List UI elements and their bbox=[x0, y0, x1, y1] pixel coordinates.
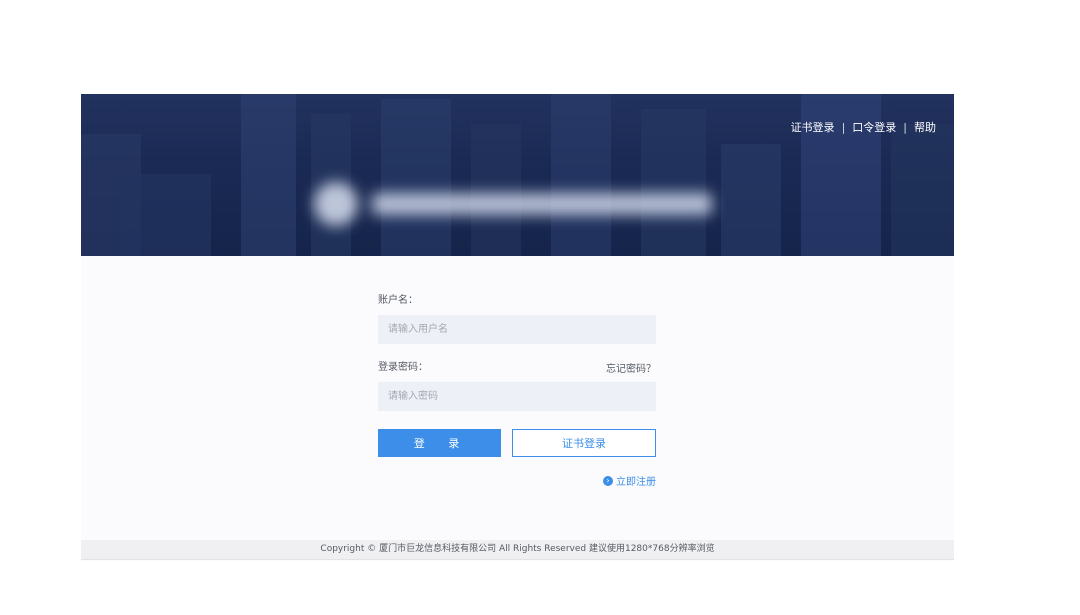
header-banner: 证书登录 | 口令登录 | 帮助 bbox=[81, 94, 954, 256]
header-links: 证书登录 | 口令登录 | 帮助 bbox=[791, 119, 936, 135]
username-label: 账户名： bbox=[378, 295, 418, 306]
logo-title-blurred bbox=[372, 193, 712, 215]
login-page-frame: 证书登录 | 口令登录 | 帮助 账户名： 登录密码： 忘记密码？ 登 录 证书… bbox=[81, 94, 954, 561]
cert-login-link[interactable]: 证书登录 bbox=[791, 119, 835, 135]
password-login-link[interactable]: 口令登录 bbox=[852, 119, 896, 135]
help-link[interactable]: 帮助 bbox=[914, 119, 936, 135]
cert-login-button[interactable]: 证书登录 bbox=[512, 429, 656, 457]
footer: Copyright © 厦门市巨龙信息科技有限公司 All Rights Res… bbox=[81, 540, 954, 560]
link-separator: | bbox=[841, 120, 846, 134]
username-input[interactable] bbox=[378, 315, 656, 344]
password-label: 登录密码： bbox=[378, 361, 428, 373]
register-link[interactable]: › 立即注册 bbox=[378, 473, 656, 488]
arrow-right-circle-icon: › bbox=[603, 475, 613, 486]
blurred-logo bbox=[314, 182, 712, 226]
forgot-password-link[interactable]: 忘记密码？ bbox=[606, 360, 656, 375]
password-input[interactable] bbox=[378, 382, 656, 411]
register-label: 立即注册 bbox=[616, 477, 656, 488]
link-separator: | bbox=[903, 120, 907, 134]
logo-emblem-icon bbox=[314, 182, 358, 226]
login-form: 账户名： 登录密码： 忘记密码？ 登 录 证书登录 › 立即注册 bbox=[378, 294, 656, 488]
login-button[interactable]: 登 录 bbox=[378, 429, 501, 457]
